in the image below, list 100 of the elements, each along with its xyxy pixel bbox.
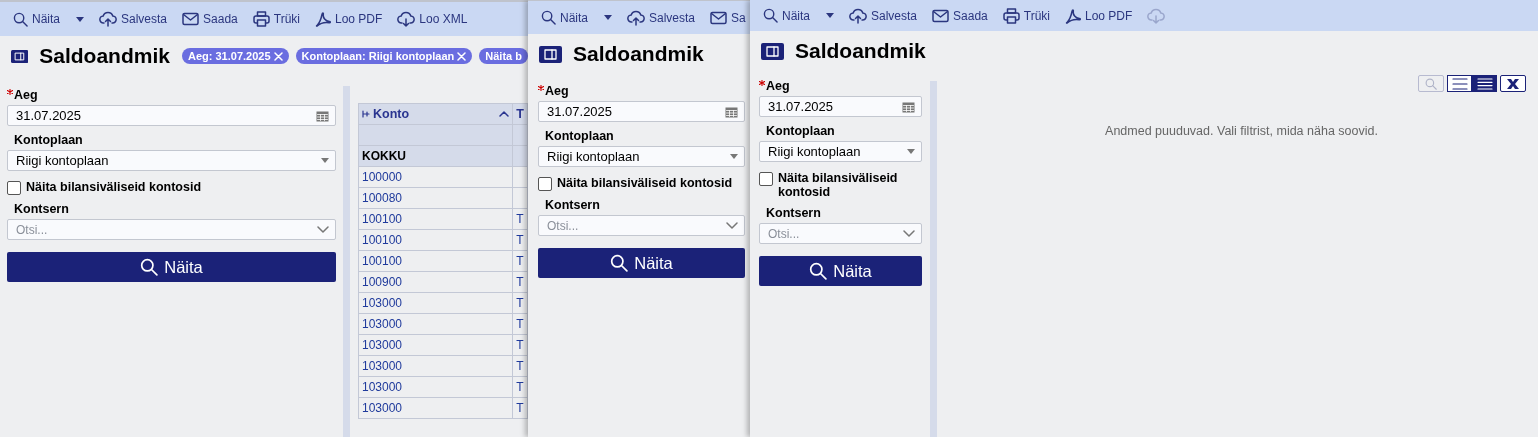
calendar-icon: [725, 105, 738, 118]
toolbar-button[interactable]: Loo PDF: [315, 7, 383, 31]
cloud-upload-icon: [627, 9, 645, 26]
empty-message: Andmed puuduvad. Vali filtrist, mida näha soovid.: [1104, 124, 1379, 138]
pdf-icon: [315, 11, 331, 27]
table-cell[interactable]: 100100: [358, 229, 513, 251]
dense-list-icon: [1476, 77, 1493, 90]
table-cell[interactable]: 100080: [358, 187, 513, 209]
cloud-upload-icon: [849, 7, 867, 24]
table-cell[interactable]: 100000: [358, 166, 513, 188]
mail-icon: [932, 8, 950, 23]
printer-icon: [1002, 7, 1020, 24]
view-button[interactable]: [1472, 75, 1497, 92]
table-cell[interactable]: 103000: [358, 313, 513, 335]
filter-cell[interactable]: [358, 124, 513, 146]
checkbox[interactable]: [7, 181, 21, 195]
panel-toggle-icon[interactable]: [761, 42, 784, 60]
pdf-icon: [1065, 7, 1081, 24]
export-button[interactable]: [1500, 75, 1526, 92]
view-button[interactable]: [1447, 75, 1472, 92]
toolbar-button[interactable]: Loo XML: [397, 7, 468, 31]
panel-toggle-icon[interactable]: [11, 47, 29, 65]
checkbox-label: Näita bilansiväliseid kontosid: [26, 180, 202, 194]
toolbar-button[interactable]: Saada: [932, 3, 988, 28]
table-cell: T: [512, 250, 528, 272]
table-cell[interactable]: 100100: [358, 208, 513, 230]
field-label: Kontoplaan: [14, 133, 83, 147]
list-icon: [1451, 77, 1468, 90]
mail-icon: [710, 10, 728, 25]
mail-icon: [182, 12, 200, 26]
search-icon: [13, 11, 28, 27]
table-cell[interactable]: 103000: [358, 376, 513, 398]
field-label: Kontoplaan: [545, 129, 614, 143]
toolbar-button[interactable]: Näita: [541, 5, 612, 30]
table-cell: T: [512, 397, 528, 419]
search-icon: [809, 262, 828, 280]
cloud-download-icon: [1147, 7, 1166, 24]
caret-down-icon: [730, 154, 738, 159]
checkbox-label: Näita bilansiväliseid kontosid: [778, 171, 899, 199]
date-field[interactable]: 31.07.2025: [538, 101, 745, 122]
checkbox-label: Näita bilansiväliseid kontosid: [557, 176, 733, 190]
filter-chip[interactable]: Aeg: 31.07.2025: [181, 48, 289, 64]
toolbar-button[interactable]: Trüki: [1002, 3, 1050, 28]
search-icon: [610, 254, 629, 272]
select-field[interactable]: Riigi kontoplaan: [759, 141, 922, 162]
table-cell[interactable]: 100100: [358, 250, 513, 272]
table-cell[interactable]: 103000: [358, 292, 513, 314]
chevron-down-icon: [726, 222, 738, 229]
page-title: Saldoandmik: [39, 44, 170, 68]
table-cell[interactable]: 103000: [358, 334, 513, 356]
field-label: Aeg: [14, 88, 38, 102]
field-label: Kontsern: [545, 198, 600, 212]
spreadsheet-icon: [1506, 77, 1520, 90]
toolbar-button[interactable]: Trüki: [252, 7, 300, 31]
show-button[interactable]: Näita: [7, 252, 336, 282]
table-cell: T: [512, 376, 528, 398]
table-cell[interactable]: 103000: [358, 355, 513, 377]
table-cell: T: [512, 229, 528, 251]
caret-down-icon: [604, 15, 612, 20]
table-cell[interactable]: 103000: [358, 397, 513, 419]
show-button[interactable]: Näita: [538, 248, 745, 278]
printer-icon: [252, 11, 270, 27]
table-cell: T: [512, 355, 528, 377]
search-icon: [140, 258, 159, 276]
select-field[interactable]: Riigi kontoplaan: [7, 150, 336, 171]
checkbox[interactable]: [759, 172, 773, 186]
toolbar-button[interactable]: Näita: [763, 3, 834, 28]
select-field[interactable]: Riigi kontoplaan: [538, 146, 745, 167]
filter-chip[interactable]: Näita b: [479, 48, 528, 64]
caret-down-icon: [321, 158, 329, 163]
panel-toggle-icon[interactable]: [539, 45, 562, 63]
search-icon: [763, 8, 778, 23]
table-cell: T: [512, 292, 528, 314]
column-header[interactable]: Konto: [358, 103, 513, 125]
show-button[interactable]: Näita: [759, 256, 922, 286]
cloud-upload-icon: [99, 11, 117, 27]
field-label: Aeg: [545, 84, 569, 98]
toolbar-button[interactable]: Saada: [182, 7, 238, 31]
toolbar-button[interactable]: Sa: [710, 5, 746, 30]
table-cell: T: [512, 271, 528, 293]
toolbar-button[interactable]: Salvesta: [627, 5, 696, 30]
field-label: Aeg: [766, 79, 790, 93]
search-icon: [541, 10, 556, 25]
search-icon: [1425, 77, 1437, 90]
table-cell: T: [512, 313, 528, 335]
checkbox[interactable]: [538, 177, 552, 191]
table-cell: KOKKU: [358, 145, 513, 167]
cloud-download-icon: [397, 11, 416, 27]
toolbar-button[interactable]: Salvesta: [849, 3, 918, 28]
calendar-icon: [316, 109, 329, 122]
date-field[interactable]: 31.07.2025: [7, 105, 336, 126]
toolbar-button[interactable]: Näita: [13, 7, 84, 31]
table-cell: T: [512, 208, 528, 230]
filter-chip[interactable]: Kontoplaan: Riigi kontoplaan: [295, 48, 473, 64]
field-label: Kontoplaan: [766, 124, 835, 138]
caret-down-icon: [76, 16, 84, 22]
toolbar-button[interactable]: Salvesta: [99, 7, 168, 31]
toolbar-button[interactable]: Loo PDF: [1065, 3, 1133, 28]
date-field[interactable]: 31.07.2025: [759, 96, 922, 117]
table-cell[interactable]: 100900: [358, 271, 513, 293]
